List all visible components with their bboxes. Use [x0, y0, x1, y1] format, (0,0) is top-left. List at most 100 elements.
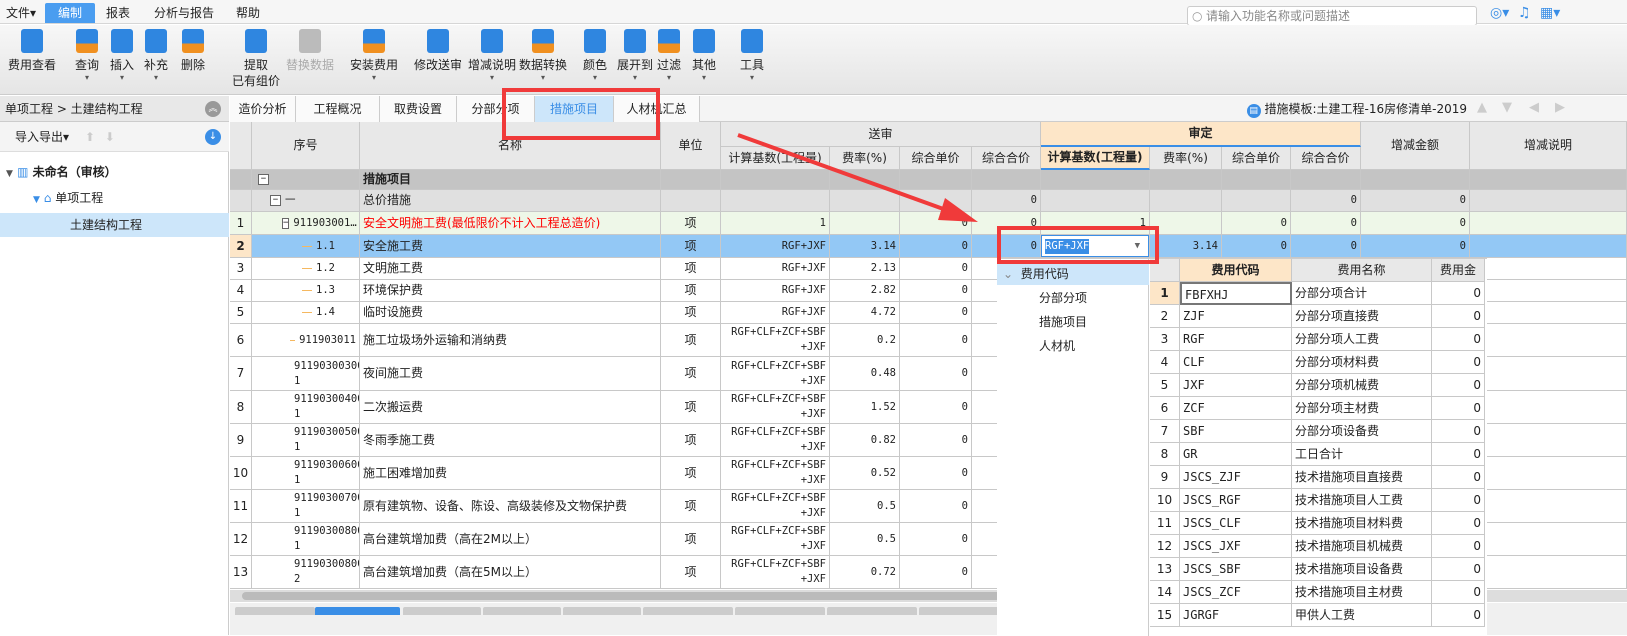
dropdown-arrow-icon[interactable]: ▾	[110, 73, 134, 83]
popup-cell-code[interactable]: JSCS_ZCF	[1180, 581, 1292, 604]
popup-cell-code[interactable]: JGRGF	[1180, 604, 1292, 627]
arrow-right-icon[interactable]: ▶	[1555, 100, 1565, 115]
toolbar-button-2[interactable]: 插入 ▾	[110, 29, 134, 83]
popup-cell-name[interactable]: 分部分项人工费	[1292, 328, 1432, 351]
tab-2[interactable]: 取费设置	[380, 96, 457, 122]
tree-item[interactable]: 分部分项	[997, 287, 1149, 309]
popup-cell-amount[interactable]: 0	[1432, 489, 1485, 512]
popup-cell-code[interactable]: RGF	[1180, 328, 1292, 351]
popup-cell-code[interactable]: SBF	[1180, 420, 1292, 443]
dropdown-arrow-icon[interactable]: ▾	[144, 73, 168, 83]
bottom-tab-5[interactable]	[643, 607, 733, 615]
toolbar-button-12[interactable]: 展开到 ▾	[617, 29, 653, 83]
popup-cell-name[interactable]: 技术措施项目设备费	[1292, 558, 1432, 581]
toolbar-button-11[interactable]: 颜色 ▾	[583, 29, 607, 83]
popup-cell-code[interactable]: GR	[1180, 443, 1292, 466]
apps-icon[interactable]: ▦▾	[1540, 5, 1560, 21]
popup-cell-amount[interactable]: 0	[1432, 604, 1485, 627]
dropdown-arrow-icon[interactable]: ▾	[617, 73, 653, 83]
bottom-tab-8[interactable]	[919, 607, 1009, 615]
popup-cell-name[interactable]: 分部分项设备费	[1292, 420, 1432, 443]
arrow-up-icon[interactable]: ▲	[1477, 100, 1487, 115]
toolbar-button-15[interactable]: 工具 ▾	[740, 29, 764, 83]
toolbar-button-5[interactable]: 提取 已有组价	[232, 29, 280, 89]
tab-0[interactable]: 造价分析	[230, 96, 296, 122]
popup-cell-code[interactable]: CLF	[1180, 351, 1292, 374]
popup-cell-amount[interactable]: 0	[1432, 466, 1485, 489]
popup-cell-amount[interactable]: 0	[1432, 535, 1485, 558]
popup-cell-name[interactable]: 工日合计	[1292, 443, 1432, 466]
popup-cell-name[interactable]: 技术措施项目机械费	[1292, 535, 1432, 558]
collapse-icon[interactable]: −	[258, 174, 269, 185]
popup-cell-code[interactable]: ZJF	[1180, 305, 1292, 328]
toolbar-button-10[interactable]: 数据转换 ▾	[519, 29, 567, 83]
popup-cell-name[interactable]: 技术措施项目人工费	[1292, 489, 1432, 512]
dropdown-arrow-icon[interactable]: ▾	[583, 73, 607, 83]
popup-cell-name[interactable]: 技术措施项目主材费	[1292, 581, 1432, 604]
popup-cell-name[interactable]: 技术措施项目直接费	[1292, 466, 1432, 489]
move-up-icon[interactable]: ⬆	[85, 130, 95, 144]
popup-cell-amount[interactable]: 0	[1432, 443, 1485, 466]
search-input[interactable]: ○ 请输入功能名称或问题描述	[1187, 6, 1477, 26]
template-label[interactable]: ▤ 措施模板:土建工程-16房修清单-2019	[1246, 100, 1467, 118]
bottom-tab-6[interactable]	[735, 607, 825, 615]
popup-cell-name[interactable]: 分部分项直接费	[1292, 305, 1432, 328]
menu-file[interactable]: 文件▾	[0, 3, 42, 23]
tree-item-project[interactable]: ▼ ▥ 未命名（审核）	[0, 160, 229, 184]
tab-1[interactable]: 工程概况	[296, 96, 380, 122]
popup-cell-amount[interactable]: 0	[1432, 420, 1485, 443]
collapse-icon[interactable]: −	[282, 217, 290, 229]
toolbar-button-4[interactable]: 删除	[181, 29, 205, 73]
editor-value[interactable]: RGF+JXF	[1045, 238, 1090, 254]
toolbar-button-13[interactable]: 过滤 ▾	[657, 29, 681, 83]
collapse-icon[interactable]: ︽	[205, 101, 221, 117]
popup-cell-name[interactable]: 分部分项机械费	[1292, 374, 1432, 397]
popup-cell-code[interactable]: JSCS_RGF	[1180, 489, 1292, 512]
popup-cell-amount[interactable]: 0	[1432, 581, 1485, 604]
popup-cell-code[interactable]: ZCF	[1180, 397, 1292, 420]
popup-cell-amount[interactable]: 0	[1432, 512, 1485, 535]
tree-item-single[interactable]: ▼ ⌂ 单项工程	[0, 186, 229, 210]
popup-cell-name[interactable]: 分部分项主材费	[1292, 397, 1432, 420]
tree-item[interactable]: 措施项目	[997, 311, 1149, 333]
toolbar-button-3[interactable]: 补充 ▾	[144, 29, 168, 83]
popup-header-code[interactable]: 费用代码	[1180, 259, 1292, 282]
toolbar-button-1[interactable]: 查询 ▾	[75, 29, 99, 83]
base-editor[interactable]: RGF+JXF ▼	[1041, 235, 1149, 257]
popup-cell-name[interactable]: 分部分项合计	[1292, 282, 1432, 305]
popup-cell-amount[interactable]: 0	[1432, 374, 1485, 397]
menu-edit[interactable]: 编制	[45, 3, 95, 23]
popup-cell-amount[interactable]: 0	[1432, 328, 1485, 351]
bottom-tab-7[interactable]	[827, 607, 917, 615]
menu-report[interactable]: 报表	[100, 3, 136, 23]
bottom-tab-1[interactable]	[315, 607, 400, 615]
popup-cell-code[interactable]: JXF	[1180, 374, 1292, 397]
dropdown-arrow-icon[interactable]: ▾	[519, 73, 567, 83]
collapse-icon[interactable]: −	[270, 195, 281, 206]
user-icon[interactable]: ◎▾	[1490, 5, 1509, 21]
dropdown-arrow-icon[interactable]: ▾	[350, 73, 398, 83]
menu-help[interactable]: 帮助	[230, 3, 266, 23]
popup-cell-name[interactable]: 分部分项材料费	[1292, 351, 1432, 374]
bottom-tab-3[interactable]	[483, 607, 561, 615]
dropdown-arrow-icon[interactable]: ▾	[740, 73, 764, 83]
popup-cell-code[interactable]: JSCS_SBF	[1180, 558, 1292, 581]
toolbar-button-9[interactable]: 增减说明 ▾	[468, 29, 516, 83]
popup-cell-code[interactable]: JSCS_CLF	[1180, 512, 1292, 535]
menu-analysis[interactable]: 分析与报告	[148, 3, 220, 23]
download-icon[interactable]: ↓	[205, 129, 221, 145]
popup-cell-amount[interactable]: 0	[1432, 305, 1485, 328]
headset-icon[interactable]: ♫	[1518, 5, 1531, 21]
tree-root-fee-code[interactable]: ⌄ 费用代码	[997, 263, 1149, 285]
arrow-left-icon[interactable]: ◀	[1529, 100, 1539, 115]
popup-cell-amount[interactable]: 0	[1432, 558, 1485, 581]
popup-cell-code[interactable]: JSCS_ZJF	[1180, 466, 1292, 489]
arrow-down-icon[interactable]: ▼	[1502, 100, 1512, 115]
dropdown-arrow-icon[interactable]: ▾	[468, 73, 516, 83]
popup-cell-amount[interactable]: 0	[1432, 282, 1485, 305]
move-down-icon[interactable]: ⬇	[105, 130, 115, 144]
popup-cell-name[interactable]: 技术措施项目材料费	[1292, 512, 1432, 535]
toolbar-button-8[interactable]: 修改送审	[414, 29, 462, 73]
popup-cell-amount[interactable]: 0	[1432, 351, 1485, 374]
dropdown-arrow-icon[interactable]: ▾	[692, 73, 716, 83]
